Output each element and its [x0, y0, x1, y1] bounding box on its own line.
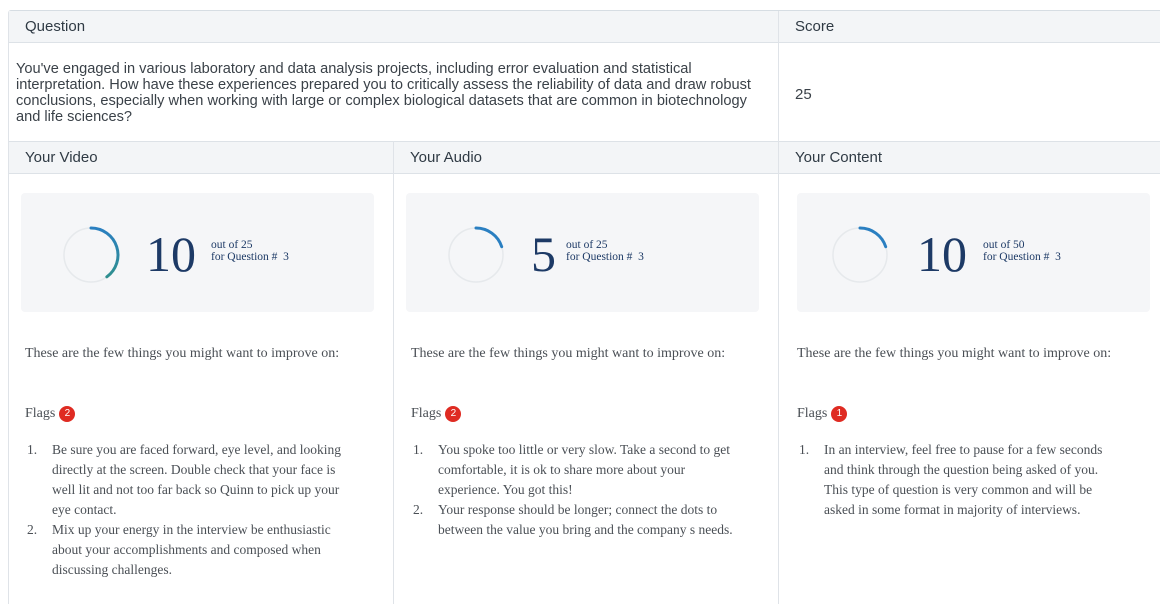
content-score-card: 10 out of 50 for Question # 3	[797, 193, 1150, 312]
audio-header: Your Audio	[394, 141, 779, 174]
list-item: You spoke too little or very slow. Take …	[413, 440, 731, 497]
audio-progress-ring	[448, 226, 504, 283]
question-score: 25	[795, 86, 812, 103]
progress-arc	[89, 226, 120, 279]
audio-improve-text: These are the few things you might want …	[411, 346, 726, 361]
video-progress-ring	[63, 226, 120, 283]
audio-flags-count-badge: 2	[445, 406, 462, 422]
content-progress-ring	[832, 226, 888, 283]
audio-score-value: 5	[531, 226, 556, 282]
video-score-card: 10 out of 25 for Question # 3	[21, 193, 374, 312]
progress-arc	[858, 226, 888, 249]
progress-arc	[474, 226, 504, 249]
audio-flag-list: You spoke too little or very slow. Take …	[397, 440, 738, 540]
video-out-of: out of 25	[211, 239, 253, 251]
content-out-of: out of 50	[983, 239, 1025, 251]
video-score-caption: out of 25 for Question # 3	[211, 239, 289, 263]
content-improve-text: These are the few things you might want …	[797, 346, 1112, 361]
audio-question-number: for Question # 3	[566, 251, 644, 263]
question-text: You've engaged in various laboratory and…	[16, 61, 751, 125]
score-header: Score	[779, 11, 1160, 43]
video-header: Your Video	[9, 141, 394, 174]
content-question-number: for Question # 3	[983, 251, 1061, 263]
column-divider	[778, 11, 779, 604]
audio-score-caption: out of 25 for Question # 3	[566, 239, 644, 263]
audio-score-card: 5 out of 25 for Question # 3	[406, 193, 759, 312]
video-flag-list: Be sure you are faced forward, eye level…	[11, 440, 342, 580]
video-improve-text: These are the few things you might want …	[25, 346, 340, 361]
content-header: Your Content	[779, 141, 1160, 174]
video-flags-count-badge: 2	[59, 406, 76, 422]
audio-flags-label: Flags	[411, 406, 442, 421]
list-item: Be sure you are faced forward, eye level…	[27, 440, 342, 517]
question-header: Question	[9, 11, 779, 43]
content-score-caption: out of 50 for Question # 3	[983, 239, 1061, 263]
list-item: In an interview, feel free to pause for …	[799, 440, 1103, 517]
list-item: Mix up your energy in the interview be e…	[27, 520, 331, 577]
list-item: Your response should be longer; connect …	[413, 500, 733, 537]
video-score-value: 10	[146, 226, 196, 282]
video-flags: Flags 2	[25, 404, 76, 424]
content-flags-count-badge: 1	[831, 406, 848, 422]
video-question-number: for Question # 3	[211, 251, 289, 263]
audio-out-of: out of 25	[566, 239, 608, 251]
audio-flags: Flags 2	[411, 404, 462, 424]
content-flags-label: Flags	[797, 406, 828, 421]
video-flags-label: Flags	[25, 406, 56, 421]
content-score-value: 10	[917, 226, 967, 282]
content-flags: Flags 1	[797, 404, 848, 424]
column-divider	[393, 141, 394, 604]
content-flag-list: In an interview, feel free to pause for …	[783, 440, 1124, 520]
